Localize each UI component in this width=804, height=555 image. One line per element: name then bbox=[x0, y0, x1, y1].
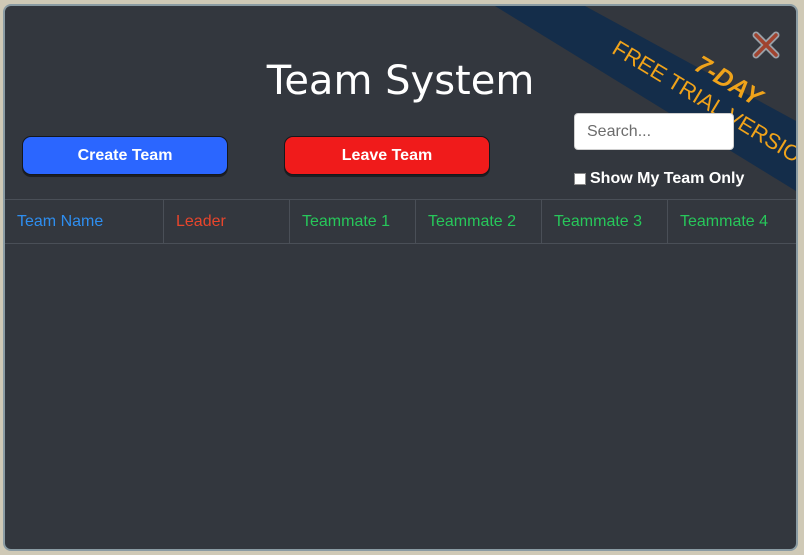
column-header-teammate-2[interactable]: Teammate 2 bbox=[416, 200, 542, 243]
column-header-teammate-4[interactable]: Teammate 4 bbox=[668, 200, 796, 243]
column-header-teammate-1[interactable]: Teammate 1 bbox=[290, 200, 416, 243]
show-my-team-only-toggle[interactable]: Show My Team Only bbox=[574, 170, 744, 188]
show-my-team-only-label: Show My Team Only bbox=[590, 170, 745, 187]
team-system-window: 7-DAY FREE TRIAL VERSION Team System Cre… bbox=[3, 4, 798, 551]
search-input[interactable] bbox=[574, 113, 734, 150]
team-list bbox=[5, 244, 796, 549]
close-icon bbox=[752, 31, 780, 59]
create-team-button[interactable]: Create Team bbox=[22, 136, 228, 175]
table-header: Team Name Leader Teammate 1 Teammate 2 T… bbox=[5, 199, 796, 244]
leave-team-button[interactable]: Leave Team bbox=[284, 136, 490, 175]
page-title: Team System bbox=[266, 58, 535, 104]
column-header-teammate-3[interactable]: Teammate 3 bbox=[542, 200, 668, 243]
column-header-leader[interactable]: Leader bbox=[164, 200, 290, 243]
show-my-team-only-checkbox[interactable] bbox=[574, 173, 586, 185]
close-button[interactable] bbox=[751, 30, 781, 60]
column-header-team-name[interactable]: Team Name bbox=[5, 200, 164, 243]
